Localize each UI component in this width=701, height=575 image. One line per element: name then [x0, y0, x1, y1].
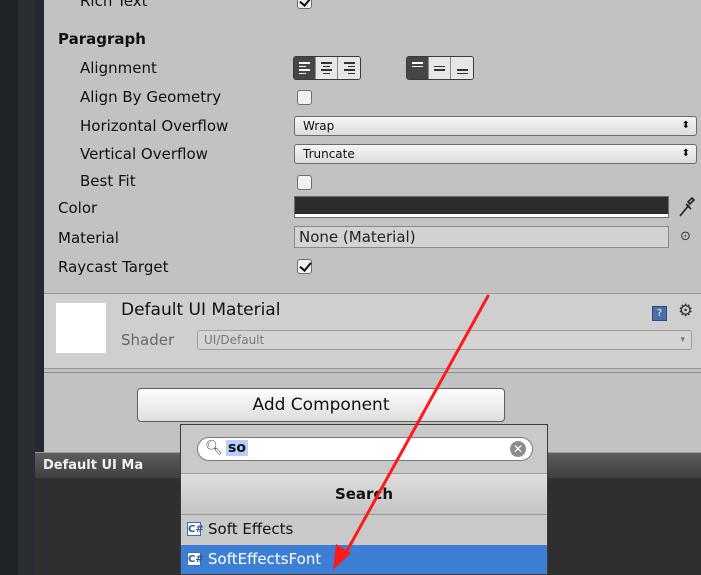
component-search-field[interactable]: 🔍︎ so ✕ — [197, 437, 533, 461]
align-left-button[interactable] — [294, 57, 316, 79]
shader-value: UI/Default — [204, 333, 265, 347]
raycast-target-checkbox[interactable] — [297, 259, 312, 274]
component-item-soft-effects[interactable]: C# Soft Effects — [181, 515, 547, 545]
paragraph-row: Paragraph — [44, 26, 701, 52]
search-results-header: Search — [181, 473, 547, 515]
color-field[interactable] — [294, 196, 669, 218]
color-row: Color — [44, 195, 701, 221]
paragraph-header: Paragraph — [58, 30, 146, 48]
dropdown-arrow-icon: ⬍ — [681, 148, 690, 159]
csharp-script-icon: C# — [187, 552, 204, 566]
shader-dropdown[interactable]: UI/Default ▾ — [197, 330, 692, 350]
align-middle-button[interactable] — [429, 57, 451, 79]
rich-text-row: Rich Text — [44, 0, 701, 14]
divider — [44, 372, 701, 373]
material-label: Material — [58, 229, 119, 247]
best-fit-label: Best Fit — [80, 172, 136, 190]
clear-search-icon[interactable]: ✕ — [510, 441, 526, 457]
vertical-overflow-value: Truncate — [303, 147, 355, 161]
component-item-softeffectsfont[interactable]: C# SoftEffectsFont — [181, 545, 547, 574]
vertical-alignment-group — [406, 56, 474, 80]
search-icon: 🔍︎ — [205, 440, 223, 456]
horizontal-overflow-dropdown[interactable]: Wrap ⬍ — [294, 116, 697, 136]
eyedropper-icon[interactable] — [676, 196, 696, 218]
raycast-target-row: Raycast Target — [44, 254, 701, 280]
component-item-label: Soft Effects — [208, 520, 294, 538]
dropdown-arrow-icon: ▾ — [680, 335, 685, 345]
preview-panel-title: Default UI Ma — [43, 458, 144, 473]
component-item-label: SoftEffectsFont — [208, 550, 322, 568]
horizontal-overflow-label: Horizontal Overflow — [80, 117, 229, 135]
inspector-panel: Rich Text Paragraph Alignment Align By G… — [44, 0, 701, 452]
align-right-button[interactable] — [338, 57, 360, 79]
best-fit-checkbox[interactable] — [297, 175, 312, 190]
best-fit-row: Best Fit — [44, 168, 701, 194]
vertical-overflow-label: Vertical Overflow — [80, 145, 208, 163]
color-swatch — [295, 197, 668, 214]
material-row: Material None (Material) ⊙ — [44, 225, 701, 251]
align-bottom-button[interactable] — [451, 57, 473, 79]
shader-label: Shader — [121, 331, 175, 349]
csharp-script-icon: C# — [187, 522, 204, 536]
add-component-button[interactable]: Add Component — [137, 388, 505, 422]
horizontal-overflow-row: Horizontal Overflow Wrap ⬍ — [44, 113, 701, 139]
settings-gear-icon[interactable]: ⚙ — [678, 301, 693, 321]
align-by-geometry-checkbox[interactable] — [297, 90, 312, 105]
left-edge — [0, 0, 18, 575]
alignment-label: Alignment — [80, 59, 157, 77]
vertical-overflow-dropdown[interactable]: Truncate ⬍ — [294, 144, 697, 164]
material-name: Default UI Material — [121, 300, 281, 320]
add-component-popup: 🔍︎ so ✕ Search C# Soft Effects C# SoftEf… — [180, 424, 548, 575]
search-header-label: Search — [334, 485, 394, 503]
align-by-geometry-row: Align By Geometry — [44, 84, 701, 110]
align-top-button[interactable] — [407, 57, 429, 79]
alpha-bar — [295, 214, 668, 217]
dropdown-arrow-icon: ⬍ — [681, 120, 690, 131]
left-panel-edge — [18, 0, 35, 575]
horizontal-overflow-value: Wrap — [303, 119, 335, 133]
material-preview-panel: ▶ Default UI Material Shader UI/Default … — [44, 293, 701, 369]
help-icon[interactable]: ? — [652, 306, 667, 321]
object-picker-icon[interactable]: ⊙ — [680, 229, 691, 244]
horizontal-alignment-group — [293, 56, 361, 80]
material-thumbnail — [56, 303, 106, 353]
alignment-row: Alignment — [44, 55, 701, 81]
raycast-target-label: Raycast Target — [58, 258, 169, 276]
align-by-geometry-label: Align By Geometry — [80, 88, 222, 106]
align-center-button[interactable] — [316, 57, 338, 79]
search-input-value[interactable]: so — [226, 440, 248, 456]
rich-text-label: Rich Text — [80, 0, 148, 10]
color-label: Color — [58, 199, 98, 217]
vertical-overflow-row: Vertical Overflow Truncate ⬍ — [44, 141, 701, 167]
rich-text-checkbox[interactable] — [297, 0, 312, 9]
material-field[interactable]: None (Material) — [294, 226, 669, 248]
